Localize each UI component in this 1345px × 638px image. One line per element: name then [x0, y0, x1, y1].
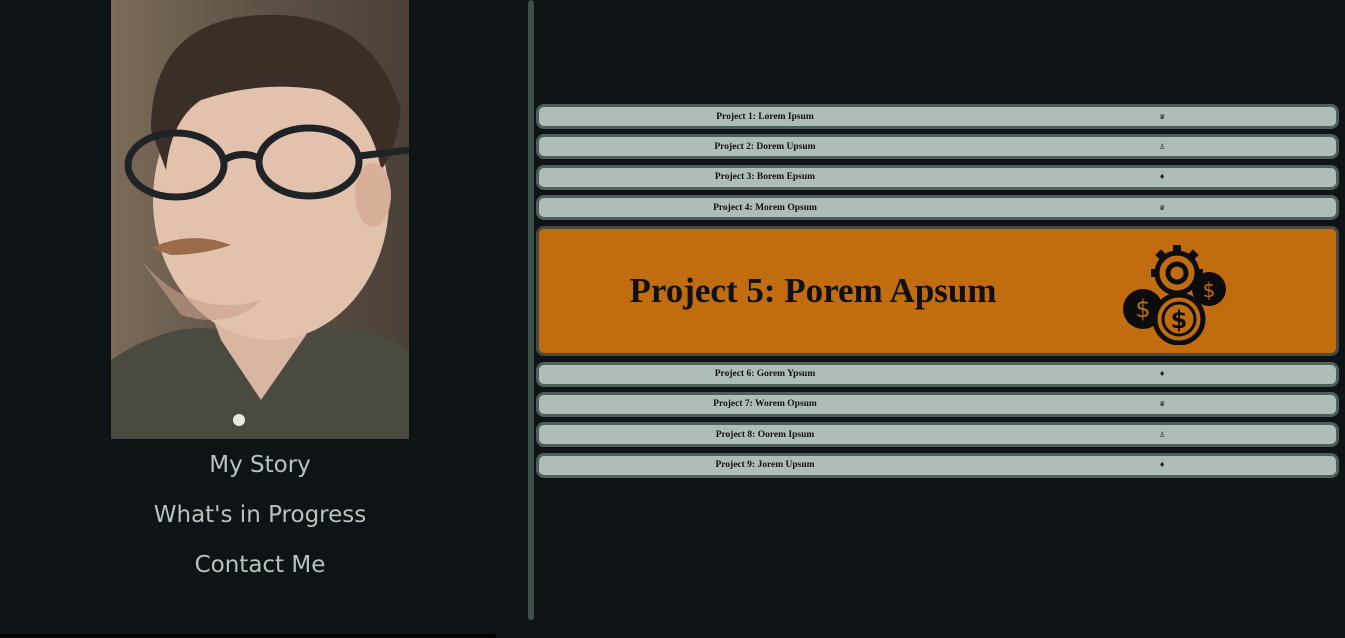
- bottom-strip: [0, 634, 496, 638]
- tie-icon: ♦: [1159, 370, 1166, 379]
- crown-icon: ♛: [1159, 400, 1166, 409]
- nav-contact-me[interactable]: Contact Me: [0, 540, 520, 590]
- project-item-4[interactable]: Project 4: Morem Opsum ♛: [536, 195, 1339, 221]
- project-item-3[interactable]: Project 3: Borem Epsum ♦: [536, 164, 1339, 190]
- svg-text:$: $: [1203, 278, 1216, 302]
- project-item-6[interactable]: Project 6: Gorem Ypsum ♦: [536, 361, 1339, 387]
- gear-dollar-coins-icon: $ $ $: [1123, 244, 1226, 345]
- project-title: Project 5: Porem Apsum: [629, 270, 997, 310]
- svg-text:$: $: [1135, 295, 1150, 323]
- tie-icon: ♦: [1159, 461, 1166, 470]
- project-list: Project 1: Lorem Ipsum ♛ Project 2: Dore…: [536, 104, 1339, 483]
- crown-icon: ♛: [1159, 203, 1166, 212]
- cat-icon: ♙: [1159, 142, 1166, 151]
- project-item-5-expanded[interactable]: Project 5: Porem Apsum $ $ $: [536, 225, 1339, 356]
- main-nav: My Story What's in Progress Contact Me: [0, 440, 520, 590]
- vertical-divider: [528, 0, 534, 620]
- cat-icon: ♙: [1159, 430, 1166, 439]
- project-title: Project 9: Jorem Upsum: [715, 460, 815, 471]
- crown-icon: ♛: [1159, 112, 1166, 121]
- project-item-9[interactable]: Project 9: Jorem Upsum ♦: [536, 452, 1339, 478]
- project-title: Project 4: Morem Opsum: [713, 202, 817, 213]
- nav-whats-in-progress[interactable]: What's in Progress: [0, 490, 520, 540]
- project-title: Project 7: Worem Opsum: [713, 399, 817, 410]
- project-item-1[interactable]: Project 1: Lorem Ipsum ♛: [536, 104, 1339, 129]
- project-title: Project 3: Borem Epsum: [714, 172, 816, 183]
- tie-icon: ♦: [1159, 173, 1166, 182]
- nav-my-story[interactable]: My Story: [0, 440, 520, 490]
- project-title: Project 1: Lorem Ipsum: [716, 111, 814, 122]
- portrait-image: [111, 0, 409, 439]
- project-title: Project 2: Dorem Upsum: [714, 141, 816, 152]
- profile-photo: [111, 0, 409, 439]
- project-item-2[interactable]: Project 2: Dorem Upsum ♙: [536, 134, 1339, 160]
- svg-text:$: $: [1171, 306, 1188, 334]
- project-title: Project 6: Gorem Ypsum: [714, 369, 816, 380]
- project-title: Project 8: Oorem Ipsum: [715, 429, 815, 440]
- sidebar: My Story What's in Progress Contact Me: [0, 0, 528, 620]
- project-item-7[interactable]: Project 7: Worem Opsum ♛: [536, 391, 1339, 417]
- project-item-8[interactable]: Project 8: Oorem Ipsum ♙: [536, 422, 1339, 448]
